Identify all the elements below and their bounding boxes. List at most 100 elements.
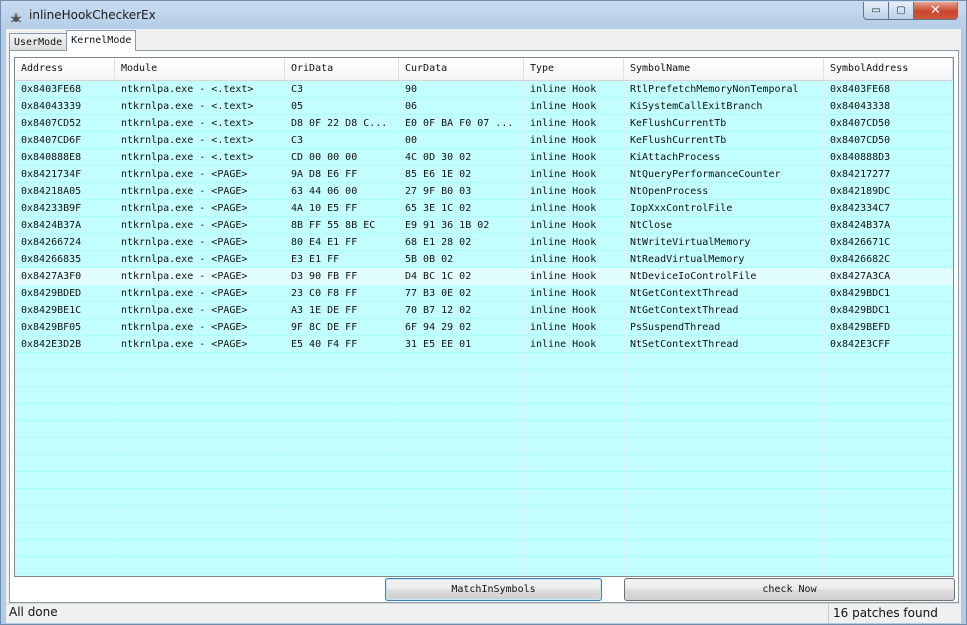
cell-oridata: E5 40 F4 FF [291,339,358,350]
cell-address: 0x840888E8 [21,152,82,163]
tab-usermode[interactable]: UserMode [9,33,68,51]
cell-type: inline Hook [530,84,597,95]
cell-symbolname: NtGetContextThread [630,305,739,316]
cell-oridata: CD 00 00 00 [291,152,358,163]
check-now-button[interactable]: check Now [624,578,955,601]
cell-address: 0x84043339 [21,101,82,112]
cell-oridata: 4A 10 E5 FF [291,203,358,214]
table-row[interactable]: 0x84043339 ntkrnlpa.exe - <.text> 05 06 inli… [15,98,953,115]
cell-symbolname: KiAttachProcess [630,152,721,163]
cell-curdata: 5B 0B 02 [405,254,454,265]
match-in-symbols-button[interactable]: MatchInSymbols [385,578,602,601]
status-text: All done [9,605,58,619]
cell-oridata: D8 0F 22 D8 C... [291,118,388,129]
cell-type: inline Hook [530,152,597,163]
cell-symboladdress: 0x8427A3CA [830,271,891,282]
cell-oridata: C3 [291,84,304,95]
bug-icon [10,9,22,23]
title-bar[interactable]: inlineHookCheckerEx ▭ ▢ ✕ [1,1,966,29]
cell-address: 0x8427A3F0 [21,271,82,282]
cell-symbolname: KiSystemCallExitBranch [630,101,763,112]
cell-oridata: 63 44 06 00 [291,186,358,197]
cell-curdata: 06 [405,101,418,112]
cell-symboladdress: 0x8407CD50 [830,135,891,146]
cell-oridata: 8B FF 55 8B EC [291,220,376,231]
cell-oridata: 23 C0 F8 FF [291,288,358,299]
close-button[interactable]: ✕ [914,2,958,20]
cell-curdata: D4 BC 1C 02 [405,271,472,282]
column-header-module[interactable]: Module [115,58,285,80]
cell-oridata: 9A D8 E6 FF [291,169,358,180]
table-row[interactable]: 0x84218A05 ntkrnlpa.exe - <PAGE> 63 44 06 … [15,183,953,200]
column-header-curdata[interactable]: CurData [399,58,524,80]
table-row[interactable]: 0x8427A3F0 ntkrnlpa.exe - <PAGE> D3 90 FB … [15,268,953,285]
cell-address: 0x84266835 [21,254,82,265]
table-row[interactable]: 0x8407CD6F ntkrnlpa.exe - <.text> C3 00 inli… [15,132,953,149]
column-header-oridata[interactable]: OriData [285,58,399,80]
cell-curdata: 31 E5 EE 01 [405,339,472,350]
cell-oridata: C3 [291,135,304,146]
cell-address: 0x8429BE1C [21,305,82,316]
table-row[interactable]: 0x8407CD52 ntkrnlpa.exe - <.text> D8 0F 22… [15,115,953,132]
column-header-symbolname[interactable]: SymbolName [624,58,824,80]
tab-kernelmode[interactable]: KernelMode [66,30,137,51]
cell-module: ntkrnlpa.exe - <PAGE> [121,169,248,180]
cell-type: inline Hook [530,101,597,112]
cell-type: inline Hook [530,254,597,265]
cell-type: inline Hook [530,203,597,214]
table-row[interactable]: 0x8403FE68 ntkrnlpa.exe - <.text> C3 90 inli… [15,81,953,98]
cell-curdata: 70 B7 12 02 [405,305,472,316]
table-row[interactable]: 0x8429BF05 ntkrnlpa.exe - <PAGE> 9F 8C DE … [15,319,953,336]
maximize-button[interactable]: ▢ [889,2,914,20]
cell-address: 0x84266724 [21,237,82,248]
column-header-address[interactable]: Address [15,58,115,80]
column-header-symboladdress[interactable]: SymbolAddress [824,58,953,80]
table-row[interactable]: 0x84233B9F ntkrnlpa.exe - <PAGE> 4A 10 E5 … [15,200,953,217]
cell-symboladdress: 0x8403FE68 [830,84,891,95]
table-row[interactable]: 0x8421734F ntkrnlpa.exe - <PAGE> 9A D8 E6 … [15,166,953,183]
table-row[interactable]: 0x84266724 ntkrnlpa.exe - <PAGE> 80 E4 E1 … [15,234,953,251]
cell-module: ntkrnlpa.exe - <.text> [121,135,254,146]
hooks-table[interactable]: Address Module OriData CurData Type Symb… [14,57,954,577]
cell-type: inline Hook [530,135,597,146]
table-row[interactable]: 0x8429BDED ntkrnlpa.exe - <PAGE> 23 C0 F8 … [15,285,953,302]
minimize-icon: ▭ [871,5,881,16]
cell-address: 0x8424B37A [21,220,82,231]
table-row[interactable]: 0x842E3D2B ntkrnlpa.exe - <PAGE> E5 40 F4 … [15,336,953,353]
table-row[interactable]: 0x8429BE1C ntkrnlpa.exe - <PAGE> A3 1E DE … [15,302,953,319]
cell-symbolname: NtClose [630,220,673,231]
cell-module: ntkrnlpa.exe - <PAGE> [121,288,248,299]
cell-curdata: 00 [405,135,418,146]
cell-module: ntkrnlpa.exe - <PAGE> [121,237,248,248]
cell-address: 0x842E3D2B [21,339,82,350]
cell-module: ntkrnlpa.exe - <PAGE> [121,305,248,316]
cell-address: 0x8421734F [21,169,82,180]
cell-curdata: E9 91 36 1B 02 [405,220,490,231]
minimize-button[interactable]: ▭ [863,2,889,20]
cell-type: inline Hook [530,339,597,350]
cell-type: inline Hook [530,118,597,129]
cell-symbolname: NtGetContextThread [630,288,739,299]
maximize-icon: ▢ [896,5,906,16]
table-row[interactable]: 0x8424B37A ntkrnlpa.exe - <PAGE> 8B FF 55 … [15,217,953,234]
cell-symbolname: RtlPrefetchMemoryNonTemporal [630,84,799,95]
close-icon: ✕ [930,3,941,18]
cell-module: ntkrnlpa.exe - <PAGE> [121,220,248,231]
cell-module: ntkrnlpa.exe - <PAGE> [121,339,248,350]
table-header: Address Module OriData CurData Type Symb… [15,58,953,81]
cell-address: 0x8429BDED [21,288,82,299]
column-header-type[interactable]: Type [524,58,624,80]
cell-address: 0x8407CD52 [21,118,82,129]
cell-symboladdress: 0x842334C7 [830,203,891,214]
cell-symboladdress: 0x8429BEFD [830,322,891,333]
window-title: inlineHookCheckerEx [29,8,156,22]
cell-symboladdress: 0x8429BDC1 [830,288,891,299]
cell-address: 0x84218A05 [21,186,82,197]
cell-symboladdress: 0x842E3CFF [830,339,891,350]
cell-curdata: E0 0F BA F0 07 ... [405,118,514,129]
cell-symboladdress: 0x8429BDC1 [830,305,891,316]
cell-symboladdress: 0x84043338 [830,101,891,112]
cell-module: ntkrnlpa.exe - <.text> [121,152,254,163]
table-row[interactable]: 0x84266835 ntkrnlpa.exe - <PAGE> E3 E1 FF 5… [15,251,953,268]
table-row[interactable]: 0x840888E8 ntkrnlpa.exe - <.text> CD 00 00… [15,149,953,166]
